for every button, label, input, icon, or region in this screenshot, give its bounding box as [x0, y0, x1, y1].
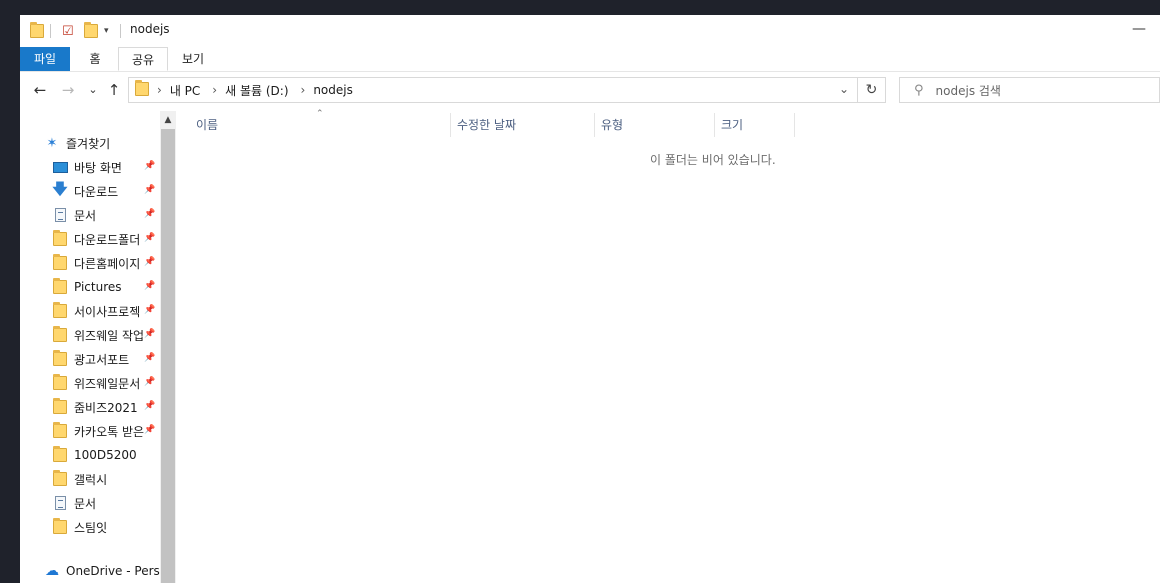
- nav-item-folder[interactable]: 서이사프로젝: [52, 299, 146, 323]
- pin-icon[interactable]: 📌: [144, 377, 155, 387]
- sort-ascending-icon: ⌃: [316, 109, 324, 119]
- nav-item-folder[interactable]: 광고서포트: [52, 347, 146, 371]
- scroll-thumb[interactable]: [161, 129, 175, 583]
- pin-icon[interactable]: 📌: [144, 257, 155, 267]
- folder-icon: [52, 326, 68, 343]
- folder-icon: [52, 446, 68, 463]
- address-bar[interactable]: › 내 PC › 새 볼륨 (D:) › nodejs ⌄: [128, 77, 858, 103]
- folder-icon: [135, 79, 149, 99]
- window-title: nodejs: [130, 22, 170, 36]
- refresh-button[interactable]: ↻: [858, 77, 886, 103]
- back-button[interactable]: ←: [30, 81, 50, 99]
- separator: [120, 22, 121, 40]
- pin-icon[interactable]: 📌: [144, 329, 155, 339]
- explorer-window: ☑ ▾ nodejs — 파일 홈 공유 보기 ← → ⌄ ↑ › 내 PC ›…: [20, 15, 1160, 583]
- nav-item-documents[interactable]: 문서: [52, 203, 176, 227]
- nav-item-folder[interactable]: 스팀잇: [52, 515, 176, 539]
- folder-icon: [52, 230, 68, 247]
- properties-icon[interactable]: ☑: [62, 22, 74, 40]
- nav-item-downloads[interactable]: 🡇 다운로드: [52, 179, 176, 203]
- tab-view[interactable]: 보기: [170, 47, 216, 71]
- tab-home[interactable]: 홈: [72, 47, 118, 71]
- file-list: ⌃ 이름 수정한 날짜 유형 크기 이 폴더는 비어 있습니다.: [176, 109, 1160, 583]
- pin-icon[interactable]: 📌: [144, 401, 155, 411]
- pin-icon[interactable]: 📌: [144, 233, 155, 243]
- document-icon: [52, 207, 68, 223]
- nav-item-folder[interactable]: 다른홈페이지: [52, 251, 146, 275]
- chevron-down-icon[interactable]: ⌄: [839, 82, 849, 96]
- nav-item-folder[interactable]: 줌비즈2021: [52, 395, 146, 419]
- nav-item-desktop[interactable]: 바탕 화면: [52, 155, 176, 179]
- scroll-up-button[interactable]: ▲: [160, 111, 176, 129]
- folder-icon: [30, 22, 44, 40]
- nav-item-documents[interactable]: 문서: [52, 491, 176, 515]
- column-divider[interactable]: [450, 113, 451, 137]
- navigation-pane: ✶ 즐겨찾기 바탕 화면 📌 🡇 다운로드 📌 문서 📌 다운로드폴더 📌 다른…: [20, 111, 176, 583]
- nav-item-folder[interactable]: 100D5200: [52, 443, 176, 467]
- up-button[interactable]: ↑: [104, 81, 124, 99]
- column-header-size[interactable]: 크기: [721, 113, 743, 137]
- download-icon: 🡇: [52, 179, 68, 198]
- tab-file[interactable]: 파일: [20, 47, 70, 71]
- empty-folder-message: 이 폴더는 비어 있습니다.: [650, 153, 776, 167]
- nav-item-folder[interactable]: 카카오톡 받은: [52, 419, 146, 443]
- pin-icon[interactable]: 📌: [144, 185, 155, 195]
- pin-icon[interactable]: 📌: [144, 281, 155, 291]
- navigation-bar: ← → ⌄ ↑ › 내 PC › 새 볼륨 (D:) › nodejs ⌄ ↻ …: [20, 72, 1160, 110]
- folder-icon: [52, 422, 68, 439]
- recent-locations-button[interactable]: ⌄: [83, 83, 103, 96]
- column-header-type[interactable]: 유형: [601, 113, 623, 137]
- folder-icon: [52, 518, 68, 535]
- nav-item-folder[interactable]: 위즈웨일문서: [52, 371, 146, 395]
- folder-icon: [52, 302, 68, 319]
- ribbon: 파일 홈 공유 보기: [20, 47, 1160, 72]
- nav-item-folder[interactable]: Pictures: [52, 275, 146, 299]
- forward-button[interactable]: →: [58, 81, 78, 99]
- title-bar: ☑ ▾ nodejs —: [20, 15, 1160, 47]
- tab-share[interactable]: 공유: [118, 47, 168, 71]
- separator: [50, 22, 51, 40]
- pin-icon[interactable]: 📌: [144, 305, 155, 315]
- column-divider[interactable]: [794, 113, 795, 137]
- folder-icon: [52, 278, 68, 295]
- column-header-name[interactable]: 이름: [196, 113, 218, 137]
- pin-icon[interactable]: 📌: [144, 425, 155, 435]
- new-folder-icon[interactable]: [84, 22, 98, 40]
- breadcrumb-drive-d[interactable]: 새 볼륨 (D:): [225, 82, 288, 99]
- folder-icon: [52, 254, 68, 271]
- nav-onedrive[interactable]: ☁ OneDrive - Perso: [44, 559, 176, 583]
- column-header-date-modified[interactable]: 수정한 날짜: [457, 113, 516, 137]
- breadcrumb-separator-icon[interactable]: ›: [157, 83, 162, 97]
- breadcrumb-separator-icon[interactable]: ›: [301, 83, 306, 97]
- breadcrumb-nodejs[interactable]: nodejs: [313, 83, 353, 97]
- search-icon: ⚲: [914, 82, 924, 98]
- nav-item-folder[interactable]: 갤럭시: [52, 467, 176, 491]
- folder-icon: [52, 374, 68, 391]
- nav-pane-scrollbar[interactable]: ▲: [160, 111, 176, 583]
- folder-icon: [52, 470, 68, 487]
- column-divider[interactable]: [594, 113, 595, 137]
- folder-icon: [52, 350, 68, 367]
- pin-icon[interactable]: 📌: [144, 353, 155, 363]
- search-input[interactable]: nodejs 검색: [936, 82, 1001, 99]
- customize-toolbar-icon[interactable]: ▾: [104, 22, 109, 40]
- document-icon: [52, 495, 68, 511]
- cloud-icon: ☁: [45, 563, 59, 579]
- nav-item-folder[interactable]: 다운로드폴더: [52, 227, 146, 251]
- breadcrumb-separator-icon[interactable]: ›: [212, 83, 217, 97]
- nav-item-folder[interactable]: 위즈웨일 작업: [52, 323, 146, 347]
- search-box[interactable]: ⚲ nodejs 검색: [899, 77, 1160, 103]
- pin-icon[interactable]: 📌: [144, 161, 155, 171]
- breadcrumb-this-pc[interactable]: 내 PC: [170, 82, 200, 99]
- folder-icon: [52, 398, 68, 415]
- star-icon: ✶: [46, 135, 58, 151]
- desktop-icon: [52, 159, 68, 175]
- nav-quick-access[interactable]: ✶ 즐겨찾기: [44, 131, 176, 155]
- minimize-button[interactable]: —: [1132, 21, 1146, 37]
- pin-icon[interactable]: 📌: [144, 209, 155, 219]
- column-divider[interactable]: [714, 113, 715, 137]
